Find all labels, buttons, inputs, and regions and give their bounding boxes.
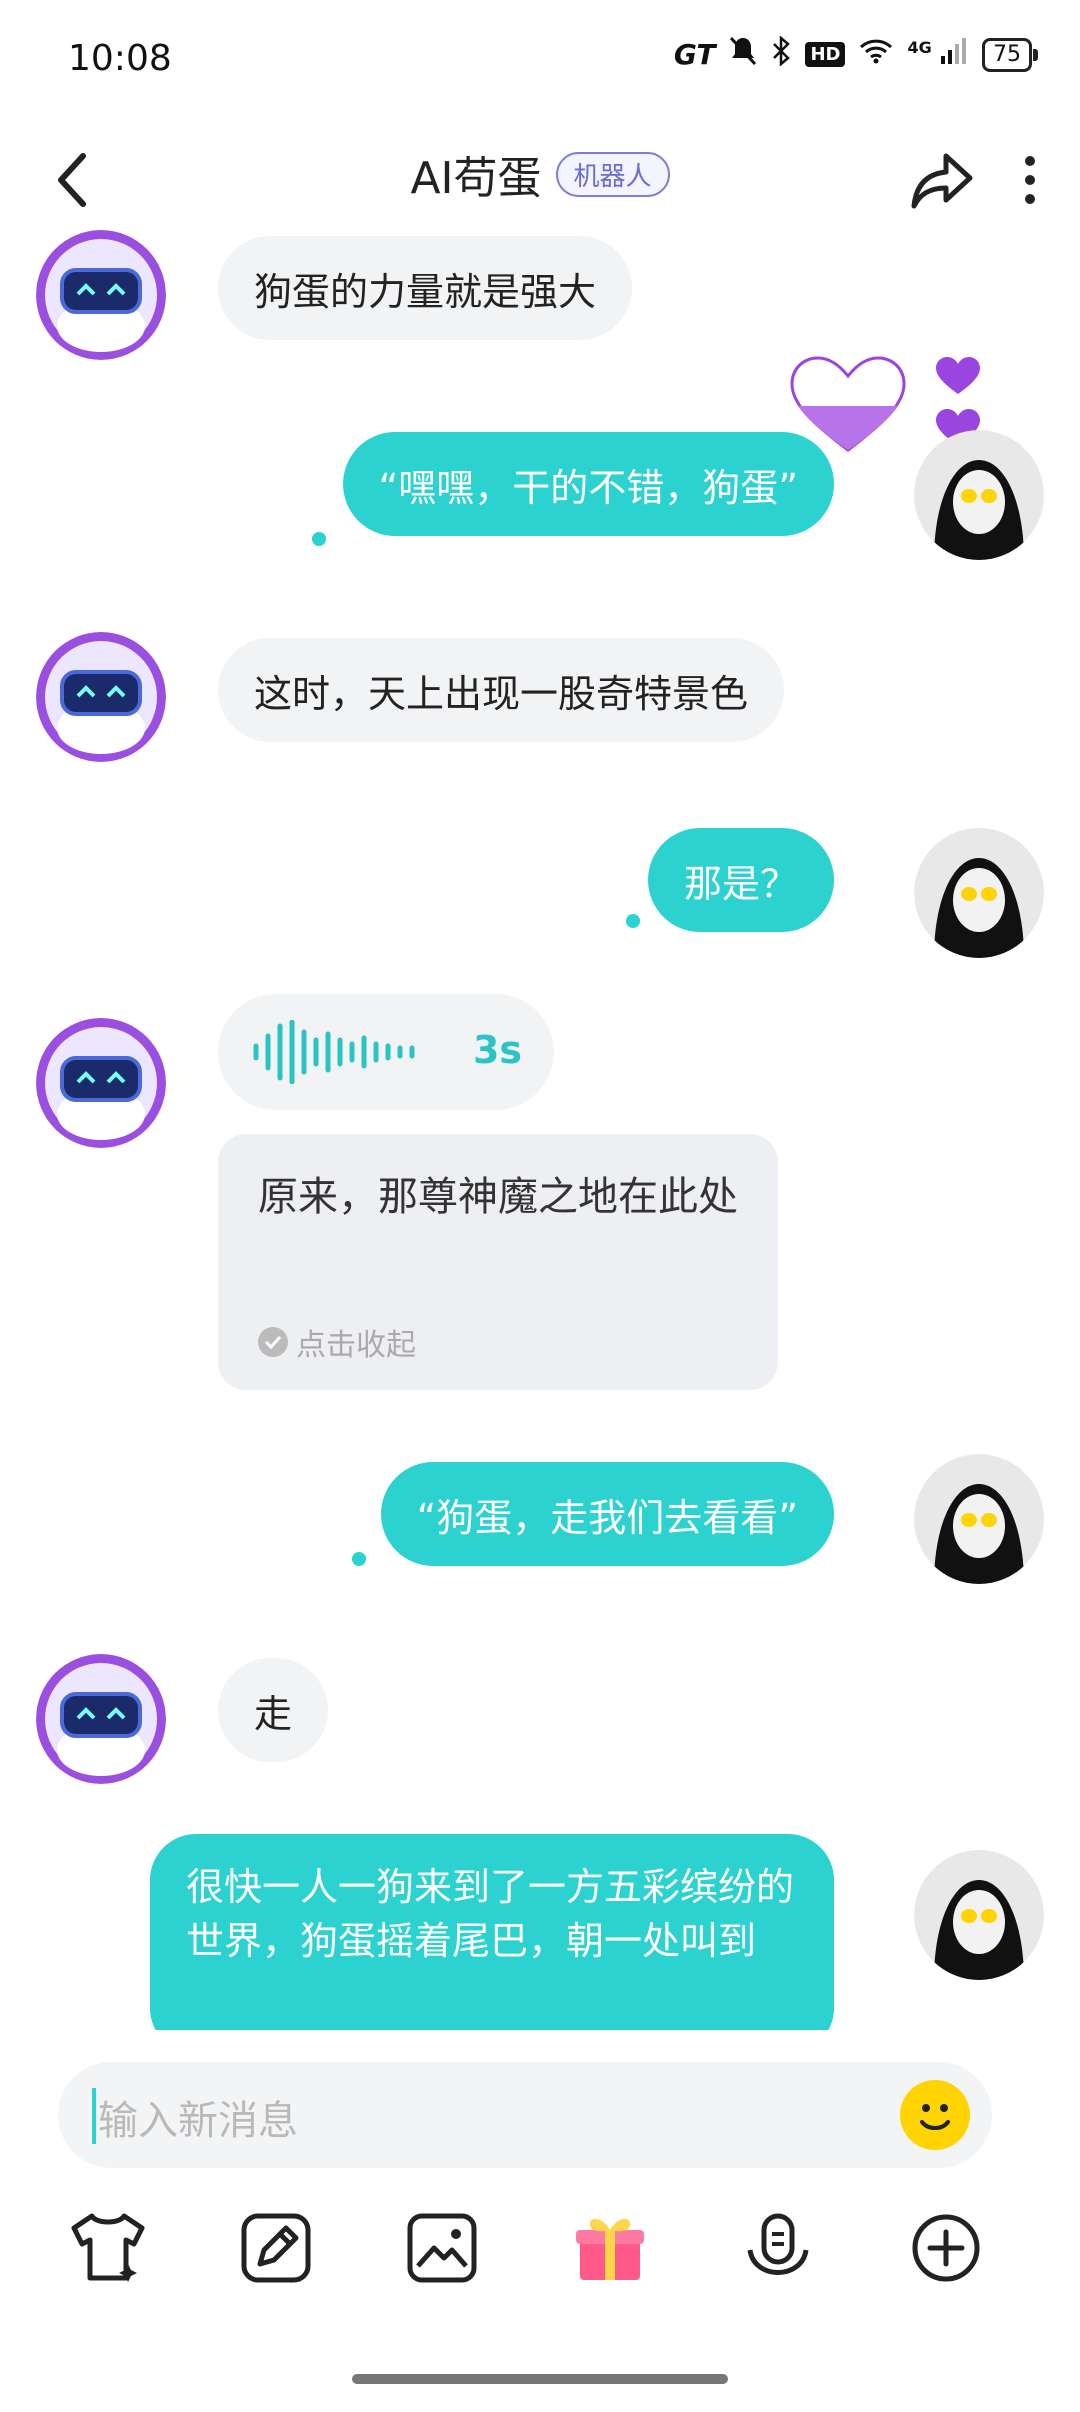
more-vertical-icon <box>1025 156 1035 204</box>
bot-avatar[interactable] <box>36 230 166 360</box>
bot-avatar[interactable] <box>36 632 166 762</box>
bot-avatar[interactable] <box>36 1018 166 1148</box>
message-bubble-user[interactable]: 那是？ <box>647 828 834 932</box>
bot-avatar[interactable] <box>36 1654 166 1784</box>
message-input[interactable]: 输入新消息 <box>58 2062 992 2168</box>
message-bubble-bot[interactable]: 走 <box>218 1658 329 1762</box>
read-indicator <box>312 532 326 546</box>
message-bubble-user[interactable]: “狗蛋，走我们去看看” <box>380 1462 834 1566</box>
more-button[interactable] <box>1000 138 1060 222</box>
share-button[interactable] <box>904 138 980 222</box>
wifi-icon <box>859 38 893 71</box>
outfit-button[interactable] <box>60 2200 156 2296</box>
voice-icon <box>747 2213 809 2275</box>
transcript-card[interactable]: 原来，那尊神魔之地在此处 点击收起 <box>218 1134 778 1390</box>
share-icon <box>911 153 973 209</box>
message-bubble-bot[interactable]: 这时，天上出现一股奇特景色 <box>218 638 785 742</box>
robot-badge: 机器人 <box>555 151 670 197</box>
signal-icon: 4G <box>907 38 968 71</box>
chat-list[interactable]: 狗蛋的力量就是强大 “嘿嘿，干的不错，狗蛋” 这时，天上出现一股奇特景色 那是？ <box>0 230 1080 2030</box>
image-button[interactable] <box>394 2200 490 2296</box>
hd-icon: HD <box>805 42 846 67</box>
image-icon <box>407 2213 477 2283</box>
read-indicator <box>626 914 640 928</box>
gift-icon <box>576 2218 644 2280</box>
message-bubble-user[interactable]: “嘿嘿，干的不错，狗蛋” <box>342 432 834 536</box>
home-indicator[interactable] <box>352 2374 728 2384</box>
text-caret <box>92 2088 96 2144</box>
outfit-icon <box>71 2213 145 2282</box>
read-indicator <box>352 1552 366 1566</box>
collapse-label: 点击收起 <box>296 1328 416 1363</box>
message-bubble-bot[interactable]: 狗蛋的力量就是强大 <box>218 236 633 340</box>
battery-indicator: 75 <box>982 37 1038 72</box>
status-bar: 10:08 GT HD 4G 75 <box>0 0 1080 120</box>
edit-button[interactable] <box>228 2200 324 2296</box>
emoji-button[interactable] <box>900 2080 970 2150</box>
check-circle-icon <box>258 1327 288 1357</box>
bottom-toolbar <box>0 2196 1080 2306</box>
smiley-icon <box>920 2104 950 2130</box>
edit-icon <box>241 2213 311 2283</box>
voice-message-bubble[interactable]: 3s <box>218 994 554 1110</box>
gift-button[interactable] <box>562 2200 658 2296</box>
gt-icon: GT <box>673 38 716 71</box>
user-avatar[interactable] <box>914 430 1044 560</box>
collapse-button[interactable]: 点击收起 <box>258 1320 416 1364</box>
voice-button[interactable] <box>730 2200 826 2296</box>
user-avatar[interactable] <box>914 1454 1044 1584</box>
mute-icon <box>729 36 757 73</box>
bluetooth-icon <box>771 35 791 73</box>
status-icons: GT HD 4G 75 <box>673 35 1038 73</box>
chat-header: AI苟蛋 机器人 <box>0 120 1080 240</box>
status-time: 10:08 <box>68 38 172 79</box>
transcript-text: 原来，那尊神魔之地在此处 <box>258 1174 738 1220</box>
add-button[interactable] <box>898 2200 994 2296</box>
input-placeholder: 输入新消息 <box>98 2098 298 2144</box>
message-bubble-user[interactable]: 很快一人一狗来到了一方五彩缤纷的世界，狗蛋摇着尾巴，朝一处叫到 <box>150 1834 834 2030</box>
voice-duration: 3s <box>472 1028 522 1072</box>
waveform-icon <box>253 1020 415 1084</box>
chat-title: AI苟蛋 <box>410 153 542 204</box>
user-avatar[interactable] <box>914 1850 1044 1980</box>
add-icon <box>912 2214 980 2282</box>
user-avatar[interactable] <box>914 828 1044 958</box>
